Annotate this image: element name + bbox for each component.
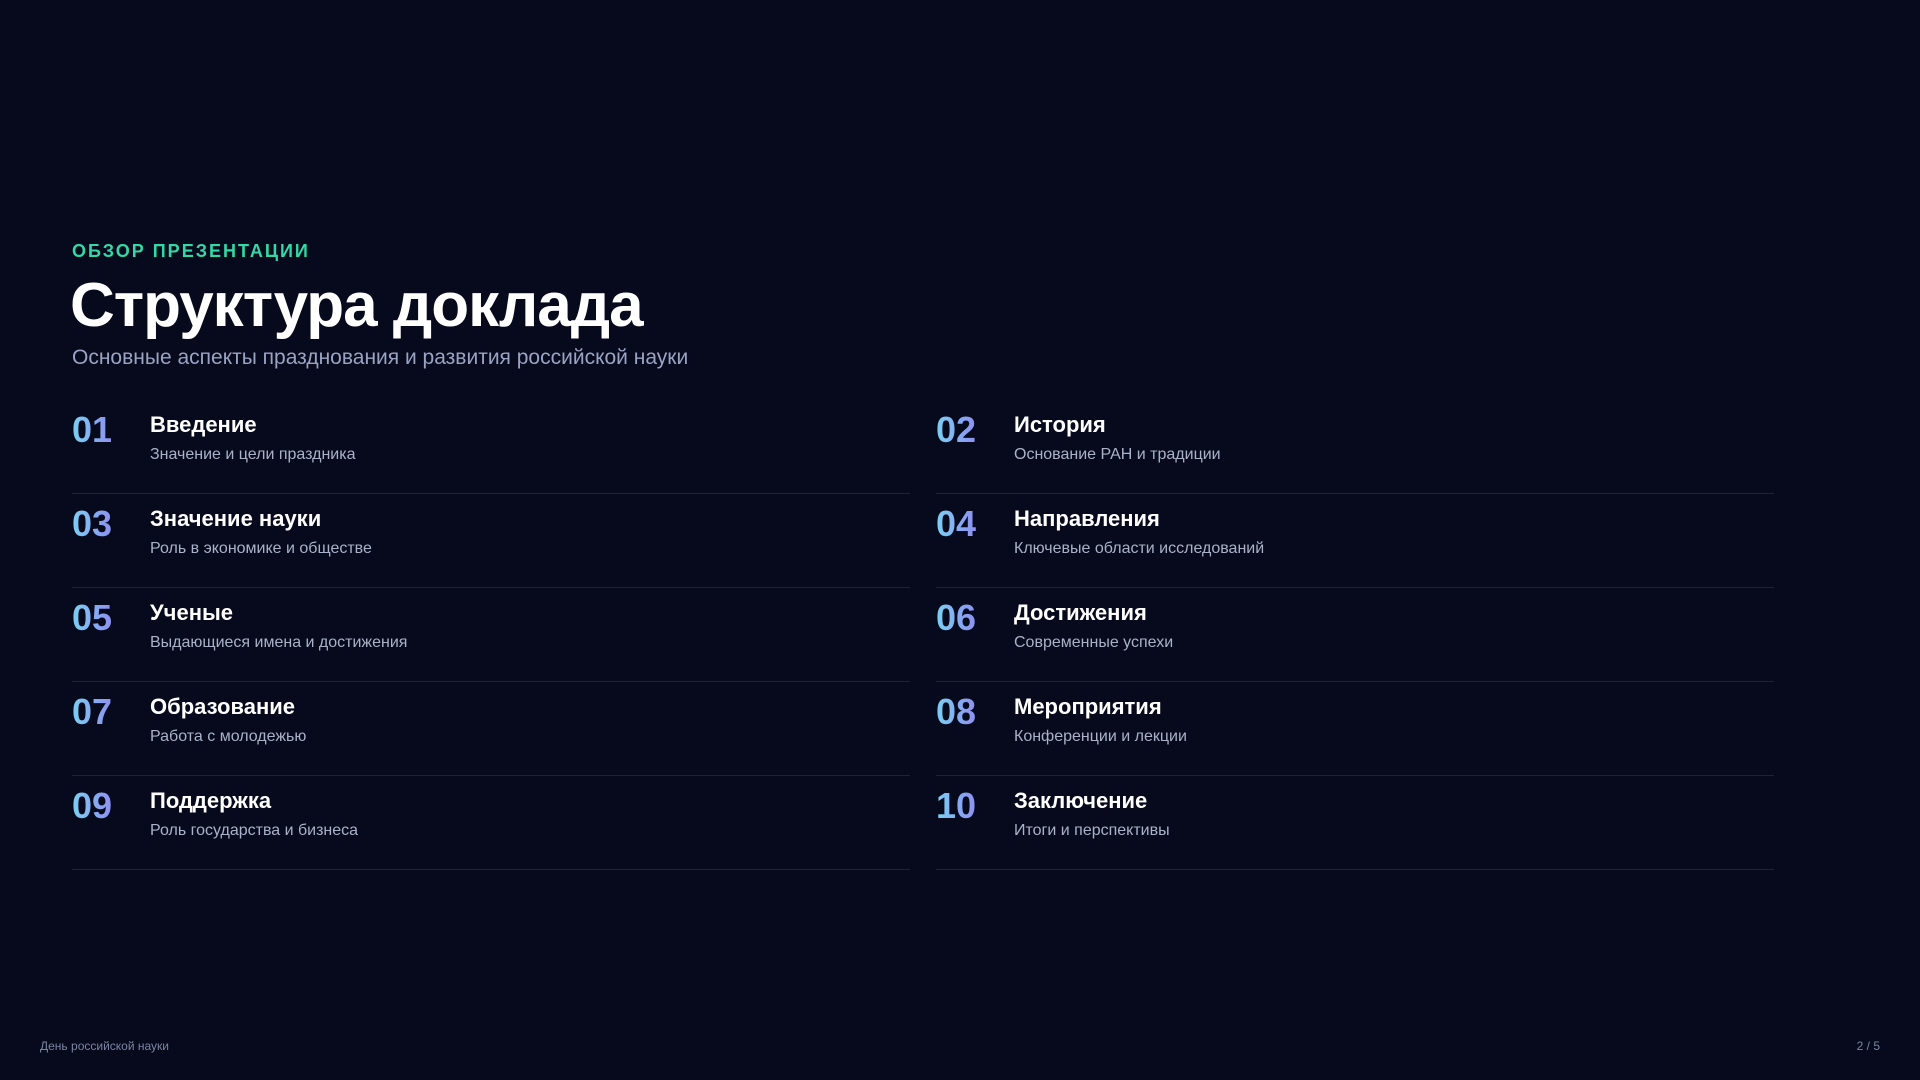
page-title: Структура доклада bbox=[70, 271, 644, 340]
agenda-item-05: 05 Ученые Выдающиеся имена и достижения bbox=[72, 588, 910, 682]
footer-title: День российской науки bbox=[40, 1039, 169, 1053]
agenda-item-09: 09 Поддержка Роль государства и бизнеса bbox=[72, 776, 910, 870]
agenda-item-description: Современные успехи bbox=[1014, 634, 1174, 651]
section-eyebrow: ОБЗОР ПРЕЗЕНТАЦИИ bbox=[72, 241, 310, 261]
agenda-item-number: 02 bbox=[936, 409, 977, 450]
agenda-item-08: 08 Мероприятия Конференции и лекции bbox=[936, 682, 1774, 776]
agenda-item-number: 09 bbox=[72, 785, 113, 826]
agenda-item-title: Заключение bbox=[1014, 788, 1148, 813]
agenda-grid: 01 Введение Значение и цели праздника 02… bbox=[72, 400, 1774, 870]
agenda-item-number: 08 bbox=[936, 691, 977, 732]
page-subtitle: Основные аспекты празднования и развития… bbox=[72, 346, 689, 369]
agenda-item-title: Введение bbox=[150, 412, 257, 437]
agenda-item-description: Основание РАН и традиции bbox=[1014, 446, 1221, 463]
agenda-item-number: 04 bbox=[936, 503, 977, 544]
agenda-item-title: Мероприятия bbox=[1014, 694, 1162, 719]
agenda-item-title: Поддержка bbox=[150, 788, 272, 813]
agenda-item-number: 10 bbox=[936, 785, 977, 826]
agenda-item-description: Выдающиеся имена и достижения bbox=[150, 634, 408, 651]
agenda-item-10: 10 Заключение Итоги и перспективы bbox=[936, 776, 1774, 870]
agenda-item-number: 03 bbox=[72, 503, 113, 544]
agenda-item-description: Значение и цели праздника bbox=[150, 446, 356, 463]
agenda-item-title: Значение науки bbox=[150, 506, 322, 531]
agenda-item-02: 02 История Основание РАН и традиции bbox=[936, 400, 1774, 494]
agenda-item-title: Направления bbox=[1014, 506, 1160, 531]
agenda-item-title: Достижения bbox=[1014, 600, 1147, 625]
slide: ОБЗОР ПРЕЗЕНТАЦИИ Структура доклада Осно… bbox=[0, 0, 1920, 1080]
agenda-item-number: 07 bbox=[72, 691, 113, 732]
agenda-item-description: Работа с молодежью bbox=[150, 728, 307, 745]
agenda-item-description: Ключевые области исследований bbox=[1014, 540, 1265, 557]
agenda-item-description: Итоги и перспективы bbox=[1014, 822, 1170, 839]
agenda-item-title: Образование bbox=[150, 694, 295, 719]
agenda-item-06: 06 Достижения Современные успехи bbox=[936, 588, 1774, 682]
agenda-item-number: 05 bbox=[72, 597, 113, 638]
agenda-item-04: 04 Направления Ключевые области исследов… bbox=[936, 494, 1774, 588]
agenda-item-description: Конференции и лекции bbox=[1014, 728, 1187, 745]
agenda-item-01: 01 Введение Значение и цели праздника bbox=[72, 400, 910, 494]
agenda-item-description: Роль в экономике и обществе bbox=[150, 540, 372, 557]
agenda-item-description: Роль государства и бизнеса bbox=[150, 822, 359, 839]
agenda-item-03: 03 Значение науки Роль в экономике и общ… bbox=[72, 494, 910, 588]
agenda-item-number: 01 bbox=[72, 409, 113, 450]
agenda-item-number: 06 bbox=[936, 597, 977, 638]
agenda-item-title: Ученые bbox=[150, 600, 234, 625]
agenda-item-07: 07 Образование Работа с молодежью bbox=[72, 682, 910, 776]
page-number: 2 / 5 bbox=[1856, 1039, 1880, 1053]
agenda-item-title: История bbox=[1014, 412, 1106, 437]
